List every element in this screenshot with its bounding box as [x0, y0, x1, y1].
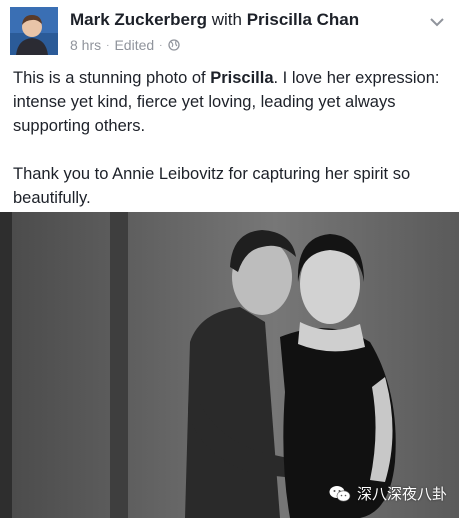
- wechat-icon: [329, 485, 351, 501]
- globe-icon[interactable]: [167, 39, 180, 51]
- with-word: with: [211, 10, 242, 29]
- chevron-down-icon[interactable]: [429, 16, 445, 28]
- photo-illustration: [0, 212, 459, 518]
- watermark: 深八深夜八卦: [329, 483, 447, 504]
- meta-separator: ·: [159, 39, 163, 51]
- author-line: Mark Zuckerberg with Priscilla Chan: [70, 10, 359, 30]
- meta-separator: ·: [106, 39, 110, 51]
- post-paragraph-2: Thank you to Annie Leibovitz for capturi…: [13, 165, 411, 207]
- watermark-text: 深八深夜八卦: [356, 486, 447, 503]
- post-header: Mark Zuckerberg with Priscilla Chan 8 hr…: [0, 0, 459, 60]
- paragraph-1-start: This is a stunning photo of: [13, 69, 211, 87]
- tagged-name[interactable]: Priscilla Chan: [247, 10, 359, 29]
- post-text: This is a stunning photo of Priscilla. I…: [13, 66, 449, 210]
- post-meta: 8 hrs · Edited ·: [70, 37, 180, 53]
- post-paragraph-1: This is a stunning photo of Priscilla. I…: [13, 66, 449, 138]
- author-name[interactable]: Mark Zuckerberg: [70, 10, 207, 29]
- facebook-post: Mark Zuckerberg with Priscilla Chan 8 hr…: [0, 0, 459, 518]
- avatar[interactable]: [10, 7, 58, 55]
- post-time[interactable]: 8 hrs: [70, 37, 101, 53]
- post-photo[interactable]: 深八深夜八卦: [0, 212, 459, 518]
- edited-label[interactable]: Edited: [114, 37, 154, 53]
- paragraph-1-mention[interactable]: Priscilla: [210, 69, 273, 87]
